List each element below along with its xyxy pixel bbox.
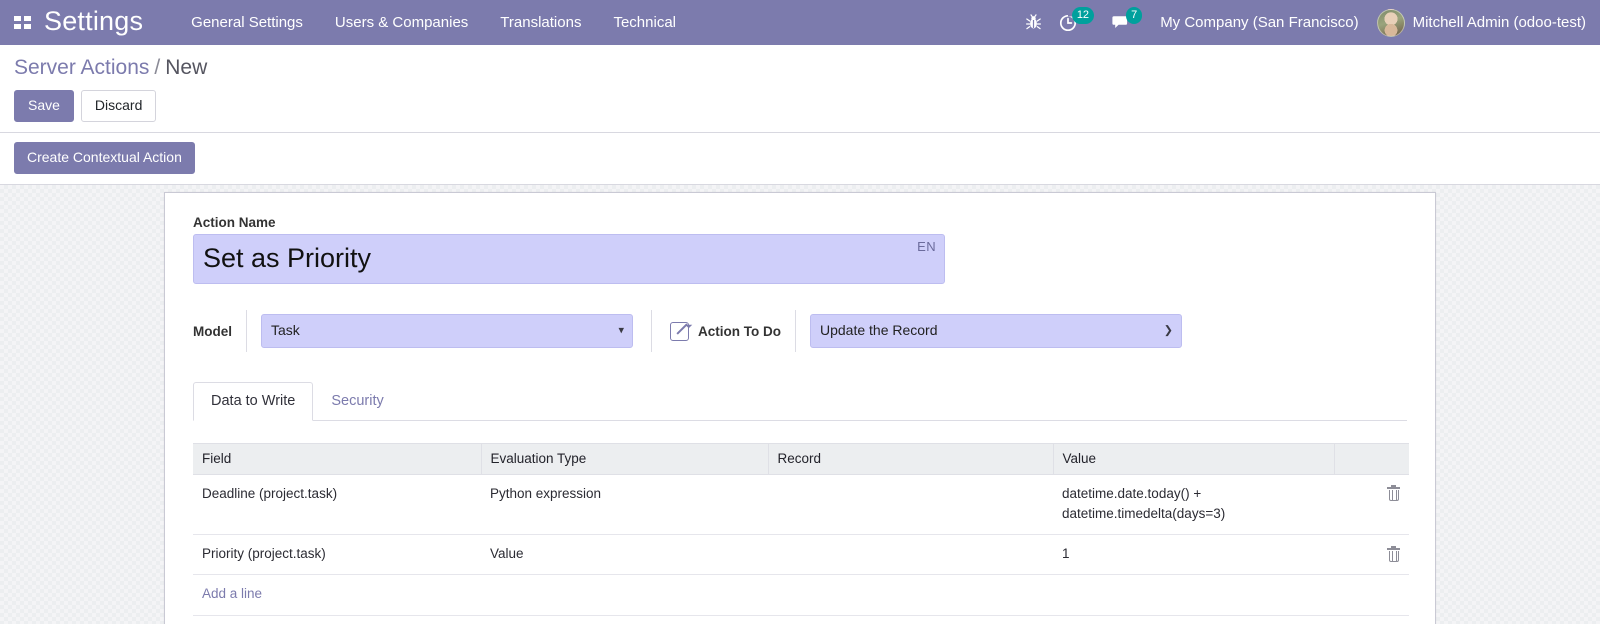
- column-header-value[interactable]: Value: [1053, 442, 1335, 475]
- tab-data-to-write[interactable]: Data to Write: [193, 382, 314, 421]
- column-header-field[interactable]: Field: [193, 442, 482, 475]
- data-to-write-table: Field Evaluation Type Record Value Deadl…: [193, 442, 1409, 616]
- cell-field[interactable]: Deadline (project.task): [193, 474, 481, 536]
- model-field-group: Model Task ▾: [193, 310, 633, 353]
- table-head: Field Evaluation Type Record Value: [193, 442, 1409, 475]
- apps-grid-glyph: [13, 16, 31, 29]
- add-a-line-link[interactable]: Add a line: [193, 575, 1409, 614]
- notebook-page-data-to-write: Field Evaluation Type Record Value Deadl…: [193, 421, 1409, 624]
- form-sheet: Action Name EN Model Task ▾ Action To Do: [164, 191, 1436, 624]
- messages-counter-badge: 7: [1126, 7, 1143, 24]
- control-panel: Server Actions / New Save Discard: [0, 45, 1600, 134]
- column-header-evaluation-type[interactable]: Evaluation Type: [481, 442, 769, 475]
- bug-icon[interactable]: [1025, 14, 1041, 31]
- field-divider-1: [246, 310, 247, 353]
- cell-evaluation-type[interactable]: Value: [481, 534, 768, 576]
- discard-button[interactable]: Discard: [80, 90, 157, 123]
- user-avatar: [1376, 8, 1405, 37]
- action-name-input[interactable]: [193, 233, 945, 285]
- cell-evaluation-type[interactable]: Python expression: [481, 474, 768, 536]
- app-brand-settings[interactable]: Settings: [44, 7, 143, 38]
- field-divider-3: [794, 310, 796, 353]
- button-box: Create Contextual Action: [0, 133, 1600, 185]
- notebook-tabs: Data to Write Security: [193, 382, 1407, 421]
- field-divider-2: [651, 310, 652, 353]
- menu-item-general-settings[interactable]: General Settings: [191, 14, 303, 31]
- user-menu[interactable]: Mitchell Admin (odoo-test): [1376, 8, 1586, 37]
- trash-icon[interactable]: [1387, 545, 1400, 562]
- menu-item-users-companies[interactable]: Users & Companies: [335, 14, 468, 31]
- messages-chat-icon[interactable]: 7: [1112, 7, 1143, 31]
- action-todo-select[interactable]: Update the Record: [809, 314, 1182, 349]
- cell-record[interactable]: [768, 474, 1053, 536]
- activity-clock-icon[interactable]: 12: [1059, 7, 1095, 32]
- menu-item-technical[interactable]: Technical: [613, 14, 676, 31]
- breadcrumb-separator: /: [154, 56, 161, 79]
- breadcrumb-current: New: [165, 56, 208, 79]
- model-action-row: Model Task ▾ Action To Do Update the Rec…: [193, 310, 1407, 353]
- record-actions: Save Discard: [14, 90, 1586, 123]
- column-header-actions: [1334, 442, 1409, 475]
- breadcrumb: Server Actions / New: [14, 55, 1586, 80]
- breadcrumb-parent-link[interactable]: Server Actions: [14, 56, 149, 79]
- action-todo-label: Action To Do: [698, 323, 781, 339]
- apps-grid-icon[interactable]: [0, 16, 44, 29]
- trash-icon[interactable]: [1387, 485, 1400, 502]
- top-navbar: Settings General Settings Users & Compan…: [0, 0, 1600, 45]
- action-name-field-wrap: EN: [193, 233, 945, 285]
- model-label: Model: [193, 323, 232, 339]
- cell-field[interactable]: Priority (project.task): [193, 534, 481, 576]
- main-menu: General Settings Users & Companies Trans…: [191, 14, 676, 31]
- action-todo-select-wrap: Update the Record ❯: [809, 314, 1182, 349]
- action-todo-field-group: Action To Do Update the Record ❯: [670, 310, 1182, 353]
- model-select[interactable]: Task: [261, 314, 633, 349]
- add-line-row[interactable]: Add a line: [193, 574, 1409, 616]
- cell-delete: [1334, 534, 1409, 576]
- cell-delete: [1334, 474, 1409, 536]
- model-select-wrap: Task ▾: [261, 314, 633, 349]
- cell-value[interactable]: 1: [1053, 534, 1334, 576]
- cell-record[interactable]: [768, 534, 1053, 576]
- table-body: Deadline (project.task) Python expressio…: [193, 474, 1409, 616]
- cell-value[interactable]: datetime.date.today() + datetime.timedel…: [1053, 474, 1334, 536]
- navbar-systray: 12 7 My Company (San Francisco) Mitchell…: [1008, 7, 1586, 37]
- create-contextual-action-button[interactable]: Create Contextual Action: [14, 142, 195, 174]
- action-name-label: Action Name: [193, 214, 276, 230]
- company-switcher[interactable]: My Company (San Francisco): [1160, 14, 1358, 31]
- table-row[interactable]: Priority (project.task) Value 1: [193, 534, 1409, 576]
- user-menu-label: Mitchell Admin (odoo-test): [1412, 14, 1586, 31]
- form-background: Action Name EN Model Task ▾ Action To Do: [0, 185, 1600, 624]
- tab-security[interactable]: Security: [313, 382, 401, 420]
- external-link-icon[interactable]: [670, 321, 689, 341]
- table-row[interactable]: Deadline (project.task) Python expressio…: [193, 474, 1409, 536]
- table-header-row: Field Evaluation Type Record Value: [193, 442, 1409, 475]
- column-header-record[interactable]: Record: [768, 442, 1054, 475]
- menu-item-translations[interactable]: Translations: [500, 14, 581, 31]
- save-button[interactable]: Save: [14, 90, 74, 123]
- activity-counter-badge: 12: [1071, 7, 1095, 24]
- language-badge[interactable]: EN: [917, 239, 936, 254]
